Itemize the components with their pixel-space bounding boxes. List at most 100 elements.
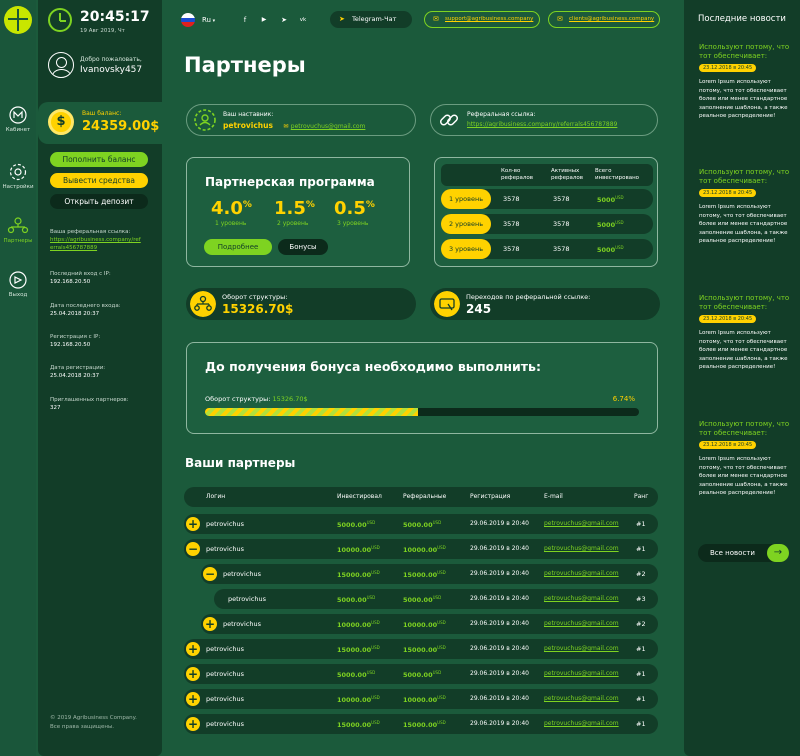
table-row[interactable]: + petrovichus 15000.00USD 15000.00USD 29.06.… — [184, 639, 658, 659]
nav-cabinet[interactable]: Кабинет — [0, 105, 36, 133]
levels-col-active: Активных рефералов — [551, 168, 583, 181]
clicks-label: Переходов по реферальной ссылке: — [466, 293, 591, 301]
telegram-chat-button[interactable]: Telegram-Чат — [330, 11, 412, 28]
facebook-icon[interactable]: f — [240, 15, 250, 25]
partner-referral: 10000.00USD — [403, 620, 446, 630]
news-item[interactable]: Используют потому, что тот обеспечивает:… — [699, 168, 795, 246]
exit-icon — [9, 271, 27, 289]
ref-link-label: Ваша реферальная ссылка: — [50, 229, 131, 235]
collapse-icon[interactable]: − — [203, 567, 217, 581]
news-headline: Используют потому, что тот обеспечивает: — [699, 168, 790, 185]
partner-email[interactable]: petrovuchus@gmail.com — [544, 545, 619, 552]
settings-icon — [9, 163, 27, 181]
expand-icon[interactable]: + — [186, 667, 200, 681]
table-row[interactable]: + petrovichus 10000.00USD 10000.00USD 29.06.… — [184, 689, 658, 709]
partner-invested: 10000.00USD — [337, 620, 380, 630]
levels-row[interactable]: 1 уровень 3578 3578 5000USD — [441, 189, 653, 209]
partner-email[interactable]: petrovuchus@gmail.com — [544, 670, 619, 677]
youtube-icon[interactable]: ▶ — [259, 15, 269, 25]
referral-link-info: Ваша реферальная ссылка: https://agribus… — [50, 228, 160, 252]
support-email-button[interactable]: support@agribusiness.company — [424, 11, 540, 28]
partner-registration: 29.06.2019 в 20:40 — [470, 695, 529, 702]
table-row[interactable]: − petrovichus 15000.00USD 15000.00USD 29.06.… — [201, 564, 658, 584]
logo-icon[interactable] — [4, 6, 32, 34]
goal-percent: 6.74% — [612, 395, 635, 403]
more-button[interactable]: Подробнее — [204, 239, 272, 255]
language-select[interactable]: Ru — [202, 16, 215, 24]
partner-registration: 29.06.2019 в 20:40 — [470, 620, 529, 627]
russia-flag-icon[interactable] — [181, 13, 195, 27]
table-row[interactable]: + petrovichus 5000.00USD 5000.00USD 29.06.20… — [184, 664, 658, 684]
news-date: 23.12.2018 в 20:45 — [699, 315, 757, 323]
level1-label: 1 уровень — [215, 220, 247, 227]
news-item[interactable]: Используют потому, что тот обеспечивает:… — [699, 420, 795, 498]
program-title: Партнерская программа — [205, 175, 375, 189]
partner-invested: 5000.00USD — [337, 670, 376, 680]
user-block[interactable]: Добро пожаловать, Ivanovsky457 — [48, 50, 158, 80]
nav-settings[interactable]: Настройки — [0, 162, 36, 190]
news-item[interactable]: Используют потому, что тот обеспечивает:… — [699, 43, 795, 121]
table-row[interactable]: − petrovichus 10000.00USD 10000.00USD 29.06.… — [184, 539, 658, 559]
turnover-card: Оборот структуры: 15326.70$ — [186, 288, 416, 320]
all-news-button[interactable]: Все новости → — [698, 544, 789, 562]
news-headline: Используют потому, что тот обеспечивает: — [699, 420, 790, 437]
balance-value: 24359.00$ — [82, 119, 160, 134]
partner-email[interactable]: petrovuchus@gmail.com — [544, 620, 619, 627]
turnover-label: Оборот структуры: — [222, 293, 288, 301]
level-tag: 2 уровень — [441, 214, 491, 234]
mentor-email[interactable]: petrovuchus@gmail.com — [291, 123, 366, 130]
col-invested: Инвестировал — [337, 493, 382, 500]
withdraw-button[interactable]: Вывести средства — [50, 173, 148, 188]
level2-percent: 1.5% — [274, 198, 315, 219]
table-row[interactable]: + petrovichus 5000.00USD 5000.00USD 29.06.20… — [184, 514, 658, 534]
expand-icon[interactable]: + — [186, 517, 200, 531]
username: Ivanovsky457 — [80, 65, 143, 75]
collapse-icon[interactable]: − — [186, 542, 200, 556]
expand-icon[interactable]: + — [186, 642, 200, 656]
current-time: 20:45:17 — [80, 9, 150, 25]
expand-icon[interactable]: + — [203, 617, 217, 631]
bonuses-button[interactable]: Бонусы — [278, 239, 328, 255]
nav-partners-label: Партнеры — [3, 238, 33, 244]
partner-login: petrovichus — [223, 570, 262, 578]
table-row[interactable]: + petrovichus 10000.00USD 10000.00USD 29.06.… — [201, 614, 658, 634]
table-row[interactable]: petrovichus 5000.00USD 5000.00USD 29.06.201… — [214, 589, 658, 609]
turnover-value: 15326.70$ — [222, 302, 294, 316]
topup-button[interactable]: Пополнить баланс — [50, 152, 148, 167]
clicks-value: 245 — [466, 302, 492, 316]
telegram-chat-label: Telegram-Чат — [352, 15, 397, 23]
level-total: 5000USD — [597, 195, 624, 205]
partner-email[interactable]: petrovuchus@gmail.com — [544, 570, 619, 577]
ref-link[interactable]: https://agribusiness.company/referrals45… — [50, 236, 142, 252]
level-total: 5000USD — [597, 245, 624, 255]
nav-partners[interactable]: Партнеры — [0, 216, 36, 244]
expand-icon[interactable]: + — [186, 717, 200, 731]
avatar[interactable] — [48, 52, 74, 78]
news-item[interactable]: Используют потому, что тот обеспечивает:… — [699, 294, 795, 372]
levels-table: Кол-во рефералов Активных рефералов Всег… — [434, 157, 658, 267]
vk-icon[interactable]: vk — [298, 15, 308, 25]
level1-percent: 4.0% — [211, 198, 252, 219]
mentor-card: Ваш наставник: petrovichus ✉ petrovuchus… — [186, 104, 416, 136]
partner-email[interactable]: petrovuchus@gmail.com — [544, 645, 619, 652]
levels-row[interactable]: 3 уровень 3578 3578 5000USD — [441, 239, 653, 259]
telegram-icon[interactable]: ➤ — [279, 15, 289, 25]
mentor-gear-icon — [194, 109, 216, 131]
partner-email[interactable]: petrovuchus@gmail.com — [544, 720, 619, 727]
levels-row[interactable]: 2 уровень 3578 3578 5000USD — [441, 214, 653, 234]
clients-email-button[interactable]: clients@agribusiness.company — [548, 11, 660, 28]
partner-email[interactable]: petrovuchus@gmail.com — [544, 520, 619, 527]
partner-referral: 5000.00USD — [403, 520, 442, 530]
partner-program-card: Партнерская программа 4.0% 1 уровень 1.5… — [186, 157, 410, 267]
partner-email[interactable]: petrovuchus@gmail.com — [544, 695, 619, 702]
partners-icon — [7, 217, 29, 234]
open-deposit-button[interactable]: Открыть депозит — [50, 194, 148, 209]
nav-exit[interactable]: Выход — [0, 270, 36, 298]
partner-email[interactable]: petrovuchus@gmail.com — [544, 595, 619, 602]
expand-icon[interactable]: + — [186, 692, 200, 706]
partner-rank: #1 — [636, 645, 646, 653]
table-row[interactable]: + petrovichus 15000.00USD 15000.00USD 29.06.… — [184, 714, 658, 734]
referral-link[interactable]: https://agribusiness.company/referrals45… — [467, 121, 617, 128]
news-headline: Используют потому, что тот обеспечивает: — [699, 43, 790, 60]
level-count: 3578 — [503, 220, 520, 228]
